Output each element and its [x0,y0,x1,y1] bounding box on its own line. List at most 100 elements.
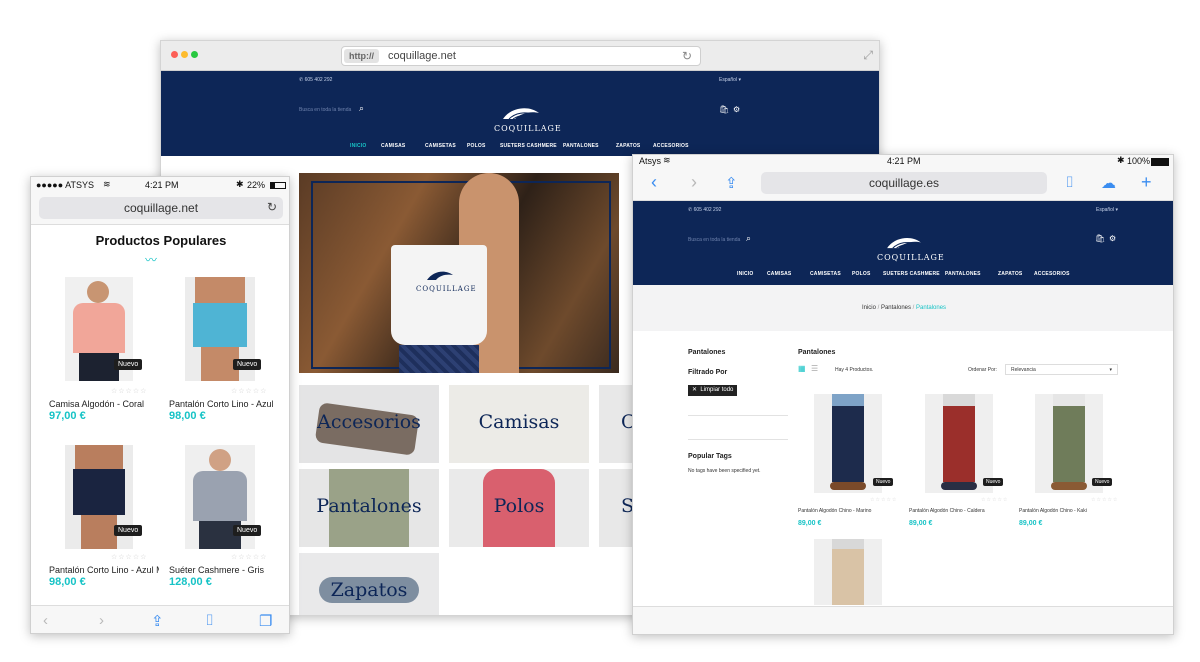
product-price: 97,00 € [49,410,86,422]
share-icon[interactable]: ⇪ [151,612,164,630]
product-name[interactable]: Pantalón Algodón Chino - Kaki [1019,508,1087,514]
settings-gear-icon[interactable]: ⚙ [733,105,740,114]
phone-url-field[interactable]: coquillage.net ↻ [39,197,283,219]
close-icon: ✕ [692,387,698,393]
model-torso [75,445,123,471]
icloud-tabs-icon[interactable]: ☁ [1101,174,1116,192]
sort-label: Ordenar Por: [968,367,997,373]
settings-gear-icon[interactable]: ⚙ [1109,234,1116,243]
menu-item-accesorios[interactable]: ACCESORIOS [1034,271,1070,277]
tabs-icon[interactable]: ❐ [259,612,272,630]
menu-item-camisetas[interactable]: CAMISETAS [425,143,456,149]
new-badge: Nuevo [873,478,894,486]
expand-icon[interactable]: ⤢ [863,48,873,63]
tablet-url-field[interactable]: coquillage.es [761,172,1047,194]
menu-item-sueters[interactable]: SUETERS CASHMERE [883,271,940,277]
menu-item-polos[interactable]: POLOS [467,143,486,149]
list-view-icon[interactable]: ☰ [811,364,818,373]
category-tile-zapatos[interactable]: Zapatos [299,553,439,615]
new-tab-plus-icon[interactable]: + [1141,172,1152,193]
menu-item-pantalones[interactable]: PANTALONES [945,271,981,277]
product-name[interactable]: Camisa Algodón - Coral [49,399,159,409]
menu-item-zapatos[interactable]: ZAPATOS [616,143,640,149]
grey-sweater [193,471,247,521]
back-arrow-icon[interactable]: ‹ [43,612,48,629]
menu-item-accesorios[interactable]: ACCESORIOS [653,143,689,149]
sidebar-category[interactable]: Pantalones [688,349,725,356]
site-logo[interactable] [501,105,541,126]
battery-icon [270,182,286,189]
model-head [209,449,231,471]
search-input[interactable]: Busca en toda la tienda [688,237,740,243]
search-icon[interactable]: ⌕ [746,233,751,244]
category-tile-polos[interactable]: Polos [449,469,589,547]
back-arrow-icon[interactable]: ‹ [651,172,657,193]
product-image-chino-marino[interactable] [814,394,882,493]
grid-view-icon[interactable]: ▦ [798,364,806,373]
forward-arrow-icon[interactable]: › [99,612,104,629]
cart-icon[interactable]: 🛍 [719,105,729,114]
category-tile-pantalones[interactable]: Pantalones [299,469,439,547]
menu-item-sueters[interactable]: SUETERS CASHMERE [500,143,557,149]
logo-text: COQUILLAGE [877,253,945,262]
breadcrumb-separator: / [912,305,915,311]
tablet-status-bar: Atsys ≋ 4:21 PM ✱ 100% [633,155,1173,169]
product-name[interactable]: Pantalón Algodón Chino - Marino [798,508,871,514]
rating-stars: ☆☆☆☆☆ [1091,497,1119,503]
menu-item-pantalones[interactable]: PANTALONES [563,143,599,149]
language-selector[interactable]: Español ▾ [719,77,741,83]
category-tile-camisas[interactable]: Camisas [449,385,589,463]
minimize-dot[interactable] [181,51,188,58]
product-name[interactable]: Pantalón Corto Lino - Azul M [49,565,159,575]
menu-item-zapatos[interactable]: ZAPATOS [998,271,1022,277]
cart-icon[interactable]: 🛍 [1095,234,1105,243]
shoes [830,482,866,490]
product-image-chino-beige[interactable] [814,539,882,605]
tablet-main-menu: INICIO CAMISAS CAMISETAS POLOS SUETERS C… [633,271,1173,281]
clear-all-button[interactable]: ✕ Limpiar todo [688,385,738,396]
menu-item-camisas[interactable]: CAMISAS [381,143,405,149]
share-icon[interactable]: ⇪ [725,174,738,192]
search-input[interactable]: Busca en toda la tienda [299,107,351,113]
product-price: 98,00 € [169,410,206,422]
bookmarks-icon[interactable]: ⌷ [1065,174,1074,191]
clear-all-label: Limpiar todo [700,387,734,393]
forward-arrow-icon[interactable]: › [691,172,697,193]
category-label: Camisas [478,411,560,433]
rating-stars: ☆☆☆☆☆ [981,497,1009,503]
menu-item-inicio[interactable]: INICIO [350,143,366,149]
reload-icon[interactable]: ↻ [267,200,277,214]
reload-icon[interactable]: ↻ [682,49,692,63]
tablet-address-bar: ‹ › ⇪ coquillage.es ⌷ ☁ + [633,169,1173,201]
menu-item-inicio[interactable]: INICIO [737,271,753,277]
khaki-chinos [1053,406,1085,482]
category-tile-accesorios[interactable]: Accesorios [299,385,439,463]
menu-item-camisas[interactable]: CAMISAS [767,271,791,277]
battery-icon [1151,158,1169,166]
sort-select[interactable]: Relevancia ▾ [1005,364,1118,375]
product-name[interactable]: Pantalón Algodón Chino - Caldera [909,508,985,514]
shell-logo-icon [887,238,921,249]
phone-battery-percent: 22% [247,180,266,190]
phone-bottom-toolbar: ‹ › ⇪ ⌷ ❐ [31,605,289,633]
zoom-dot[interactable] [191,51,198,58]
language-selector[interactable]: Español ▾ [1096,207,1118,213]
filter-title: Filtrado Por [688,369,728,376]
breadcrumb-home[interactable]: Inicio [862,305,876,311]
shoes [941,482,977,490]
sidebar-divider [688,439,788,440]
category-label: Polos [493,495,545,517]
menu-item-camisetas[interactable]: CAMISETAS [810,271,841,277]
product-name[interactable]: Suéter Cashmere - Gris [169,565,273,575]
breadcrumb-parent[interactable]: Pantalones [881,305,911,311]
desktop-address-bar[interactable]: http:// coquillage.net ↻ [341,46,701,66]
menu-item-polos[interactable]: POLOS [852,271,871,277]
category-label: Zapatos [330,579,408,601]
site-logo[interactable] [885,235,923,255]
hero-banner-image[interactable]: COQUILLAGE [299,173,619,373]
product-name[interactable]: Pantalón Corto Lino - Azul C [169,399,273,409]
search-icon[interactable]: ⌕ [359,103,364,114]
wave-divider-icon: 〰 [145,253,158,267]
close-dot[interactable] [171,51,178,58]
bookmarks-icon[interactable]: ⌷ [205,612,214,629]
